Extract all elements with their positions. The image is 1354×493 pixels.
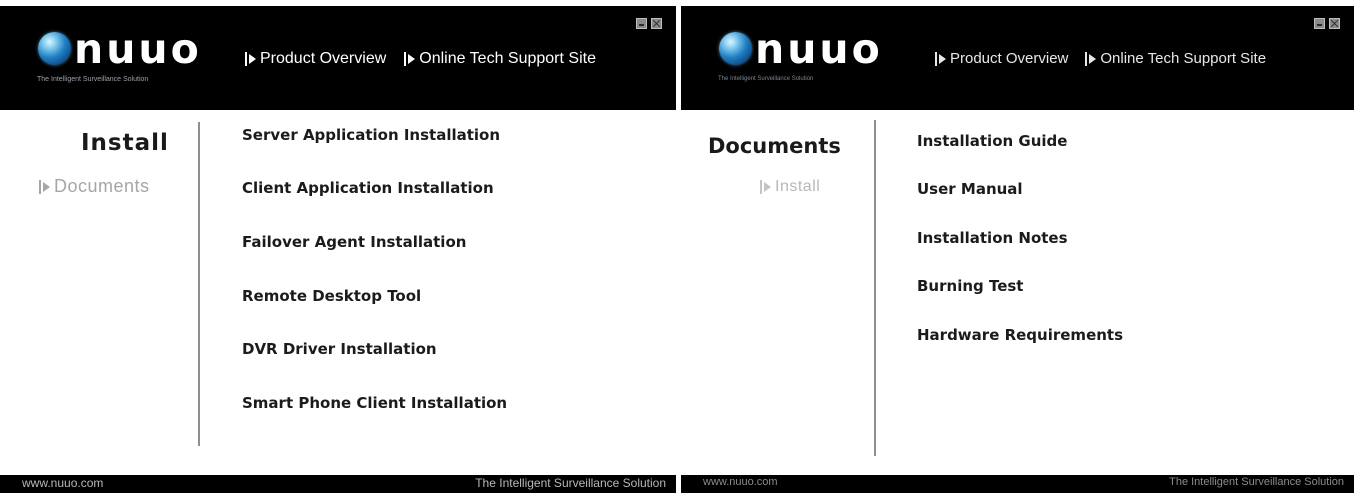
menu-item-smart-phone[interactable]: Smart Phone Client Installation (242, 394, 507, 412)
window-controls (636, 18, 662, 29)
play-arrow-icon (403, 52, 417, 66)
installer-window-install: nuuo The Intelligent Surveillance Soluti… (0, 6, 676, 493)
footer-tagline: The Intelligent Surveillance Solution (475, 476, 666, 490)
play-arrow-icon (759, 180, 773, 194)
website-link[interactable]: www.nuuo.com (22, 476, 103, 490)
online-tech-support-label: Online Tech Support Site (419, 50, 596, 67)
product-overview-label: Product Overview (260, 50, 387, 67)
menu-item-installation-notes[interactable]: Installation Notes (917, 229, 1068, 247)
menu-item-burning-test[interactable]: Burning Test (917, 277, 1023, 295)
header-bar: nuuo The Intelligent Surveillance Soluti… (681, 6, 1354, 110)
installer-window-documents: nuuo The Intelligent Surveillance Soluti… (681, 6, 1354, 493)
minimize-icon[interactable] (1314, 18, 1325, 29)
menu-item-dvr-driver[interactable]: DVR Driver Installation (242, 340, 437, 358)
nav-install[interactable]: Install (759, 178, 820, 196)
menu-item-failover-agent[interactable]: Failover Agent Installation (242, 233, 466, 251)
play-arrow-icon (38, 179, 52, 194)
logo-wordmark: nuuo (74, 25, 202, 73)
logo-tagline: The Intelligent Surveillance Solution (37, 76, 149, 83)
vertical-divider (874, 120, 876, 456)
online-tech-support-label: Online Tech Support Site (1100, 50, 1267, 67)
menu-item-hardware-requirements[interactable]: Hardware Requirements (917, 326, 1123, 344)
vertical-divider (198, 122, 200, 446)
nav-documents-label: Documents (54, 176, 150, 196)
minimize-icon[interactable] (636, 18, 647, 29)
globe-icon (719, 32, 752, 65)
menu-item-server-app[interactable]: Server Application Installation (242, 126, 500, 144)
globe-icon (38, 32, 71, 65)
website-link[interactable]: www.nuuo.com (703, 476, 778, 488)
play-arrow-icon (244, 52, 258, 66)
close-icon[interactable] (1329, 18, 1340, 29)
product-overview-link[interactable]: Product Overview (934, 50, 1068, 67)
nav-documents[interactable]: Documents (38, 176, 150, 197)
product-overview-label: Product Overview (950, 50, 1069, 67)
header-links: Product Overview Online Tech Support Sit… (934, 50, 1266, 67)
play-arrow-icon (934, 51, 948, 66)
window-controls (1314, 18, 1340, 29)
online-tech-support-link[interactable]: Online Tech Support Site (403, 50, 596, 68)
nuuo-logo: nuuo The Intelligent Surveillance Soluti… (713, 25, 883, 92)
online-tech-support-link[interactable]: Online Tech Support Site (1084, 50, 1266, 67)
footer-bar: www.nuuo.com The Intelligent Surveillanc… (0, 475, 676, 493)
footer-bar: www.nuuo.com The Intelligent Surveillanc… (681, 475, 1354, 493)
menu-item-remote-desktop[interactable]: Remote Desktop Tool (242, 287, 421, 305)
logo-wordmark: nuuo (755, 25, 883, 73)
header-bar: nuuo The Intelligent Surveillance Soluti… (0, 6, 676, 110)
footer-tagline: The Intelligent Surveillance Solution (1169, 476, 1344, 488)
section-title-documents: Documents (708, 134, 841, 158)
product-overview-link[interactable]: Product Overview (244, 50, 386, 68)
close-icon[interactable] (651, 18, 662, 29)
header-links: Product Overview Online Tech Support Sit… (244, 50, 596, 68)
section-title-install: Install (81, 130, 169, 156)
nuuo-logo: nuuo The Intelligent Surveillance Soluti… (32, 25, 202, 92)
menu-item-user-manual[interactable]: User Manual (917, 180, 1023, 198)
menu-item-installation-guide[interactable]: Installation Guide (917, 132, 1067, 150)
menu-item-client-app[interactable]: Client Application Installation (242, 179, 494, 197)
nav-install-label: Install (775, 178, 821, 195)
logo-tagline: The Intelligent Surveillance Solution (718, 76, 814, 82)
play-arrow-icon (1084, 51, 1098, 66)
